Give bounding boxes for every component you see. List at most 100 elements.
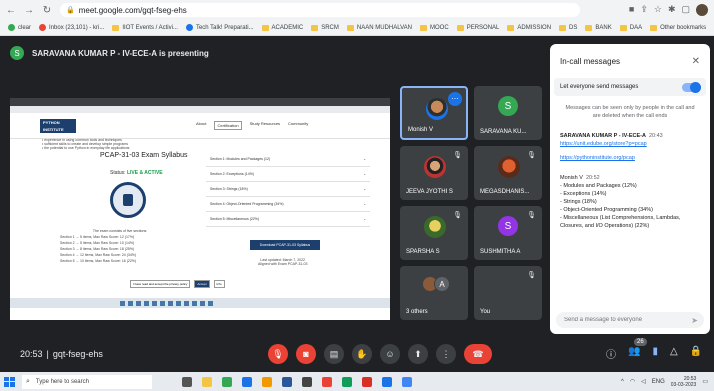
host-controls-icon[interactable]: 🔒 [690, 346, 702, 361]
send-icon[interactable]: ➤ [691, 316, 698, 325]
info-icon[interactable]: ⓘ [606, 346, 616, 361]
bookmark-item[interactable]: ACADEMIC [261, 24, 303, 31]
app-icon[interactable] [402, 376, 412, 387]
camera-icon[interactable]: ■ [629, 4, 634, 16]
sidepanel-icon[interactable]: ▢ [681, 4, 690, 16]
notification-icon[interactable]: ▭ [702, 378, 708, 385]
forward-icon[interactable]: → [22, 3, 36, 17]
folder-icon [112, 24, 120, 31]
app-icon[interactable] [302, 376, 312, 387]
bookmark-item[interactable]: SRCM [311, 24, 339, 31]
reload-icon[interactable]: ↻ [40, 3, 54, 17]
message-time: 20:43 [648, 133, 663, 139]
raise-hand-icon[interactable]: ✋ [352, 344, 372, 364]
bookmark-item[interactable]: MOOC [420, 24, 449, 31]
app-icon[interactable] [342, 376, 352, 387]
participant-avatar [424, 216, 446, 238]
participant-tile[interactable]: S 🎙 SUSHMITHA A [474, 206, 542, 260]
task-view-icon[interactable] [182, 376, 192, 387]
back-icon[interactable]: ← [4, 3, 18, 17]
word-icon[interactable] [282, 376, 292, 387]
language-indicator[interactable]: ENG [652, 379, 665, 385]
participant-name: SARAVANA KU... [480, 129, 527, 135]
meet-stage: S SARAVANA KUMAR P - IV-ECE-A is present… [0, 36, 548, 372]
participant-tile[interactable]: 🎙 MEGASDHANIS... [474, 146, 542, 200]
powerpoint-icon[interactable] [362, 376, 372, 387]
participant-tile-others[interactable]: A 3 others [400, 266, 468, 320]
participant-name: SUSHMITHA A [480, 249, 521, 255]
presenter-avatar: S [10, 46, 24, 60]
folder-icon [420, 24, 428, 31]
activities-icon[interactable]: △ [670, 346, 678, 361]
camera-toggle-icon[interactable]: ◙ [296, 344, 316, 364]
windows-start-icon[interactable] [4, 376, 15, 387]
people-icon[interactable]: 👥 [628, 346, 640, 361]
bookmark-item[interactable]: NAAN MUDHALVAN [346, 24, 412, 31]
shared-screen[interactable]: PYTHON INSTITUTE About Certification Stu… [10, 98, 390, 320]
bookmark-icon [8, 24, 15, 31]
bookmark-item[interactable]: IIOT Events / Activi... [112, 24, 178, 31]
cookie-banner: I have read and accept the privacy polic… [130, 280, 225, 288]
mic-off-icon: 🎙 [453, 212, 462, 219]
mic-off-icon: 🎙 [453, 152, 462, 159]
participant-avatar: A [434, 276, 450, 292]
profile-avatar[interactable] [696, 4, 708, 16]
star-icon[interactable]: ☆ [654, 4, 662, 16]
gmail-icon [39, 24, 47, 31]
bookmark-item[interactable]: clear [8, 24, 31, 31]
message-link[interactable]: https://pythoninstitute.org/pcap [560, 154, 700, 162]
taskbar-clock[interactable]: 20:53 03-03-2023 [671, 376, 697, 388]
message-sender: SARAVANA KUMAR P - IV-ECE-A [560, 133, 646, 139]
close-icon[interactable]: ✕ [692, 56, 700, 67]
store-icon[interactable] [262, 376, 272, 387]
captions-icon[interactable]: ▤ [324, 344, 344, 364]
section-row: Section 3: Strings (18%) ⌄ [206, 182, 370, 197]
exam-structure: The exam consists of five sections: Sect… [60, 229, 148, 263]
send-messages-toggle[interactable] [682, 81, 701, 93]
wifi-icon[interactable]: ◠ [630, 378, 635, 385]
emoji-icon[interactable]: ☺ [380, 344, 400, 364]
volume-icon[interactable]: ◁ [641, 378, 646, 385]
chrome-icon[interactable] [322, 376, 332, 387]
section-row: Section 1: Modules and Packages (12) ⌄ [206, 152, 370, 167]
message-compose: ➤ [556, 312, 704, 328]
bookmarks-bar: clear Inbox (23,101) - kri... IIOT Event… [0, 20, 714, 36]
self-tile[interactable]: 🎙 You [474, 266, 542, 320]
tray-chevron-icon[interactable]: ^ [621, 379, 624, 385]
leave-call-icon[interactable]: ☎ [464, 344, 492, 364]
chat-icon[interactable]: ▮ [652, 346, 658, 361]
message-link[interactable]: https://unit.edube.org/store?p=pcap [560, 140, 700, 148]
panel-title: In-call messages [560, 56, 621, 66]
shared-taskbar [10, 298, 390, 308]
bookmark-item[interactable]: DAA [619, 24, 642, 31]
excel-icon[interactable] [222, 376, 232, 387]
message-input[interactable] [564, 317, 684, 323]
participant-tile[interactable]: 🎙 JEEVA JYOTHI S [400, 146, 468, 200]
participant-tile[interactable]: ⋯ Monish V [400, 86, 468, 140]
app-icon[interactable] [382, 376, 392, 387]
file-explorer-icon[interactable] [202, 376, 212, 387]
extensions-icon[interactable]: ✱ [668, 4, 676, 16]
bookmark-item[interactable]: Tech Talk! Preparati... [185, 24, 254, 31]
more-options-icon[interactable]: ⋯ [448, 92, 462, 106]
participant-tile[interactable]: S SARAVANA KU... [474, 86, 542, 140]
taskbar-search[interactable]: ⌕ Type here to search [22, 374, 152, 389]
share-icon[interactable]: ⇪ [640, 4, 648, 16]
participant-avatar [426, 98, 448, 120]
folder-icon [311, 24, 319, 31]
bookmark-item[interactable]: PERSONAL [456, 24, 499, 31]
edge-icon[interactable] [242, 376, 252, 387]
messages-notice: Messages can be seen only by people in t… [565, 105, 695, 119]
bookmark-item[interactable]: Other bookmarks [650, 24, 706, 31]
mic-toggle-icon[interactable]: 🎙 [268, 344, 288, 364]
bookmark-item[interactable]: BANK [585, 24, 612, 31]
screen: ← → ↻ 🔒 meet.google.com/gqt-fseg-ehs ■ ⇪… [0, 0, 714, 391]
participant-name: JEEVA JYOTHI S [406, 189, 453, 195]
present-icon[interactable]: ⬆ [408, 344, 428, 364]
bookmark-item[interactable]: Inbox (23,101) - kri... [39, 24, 104, 31]
bookmark-item[interactable]: DS [559, 24, 577, 31]
participant-tile[interactable]: 🎙 SPARSHA S [400, 206, 468, 260]
address-bar[interactable]: 🔒 meet.google.com/gqt-fseg-ehs [60, 3, 580, 17]
more-options-icon[interactable]: ⋮ [436, 344, 456, 364]
bookmark-item[interactable]: ADMISSION [507, 24, 551, 31]
